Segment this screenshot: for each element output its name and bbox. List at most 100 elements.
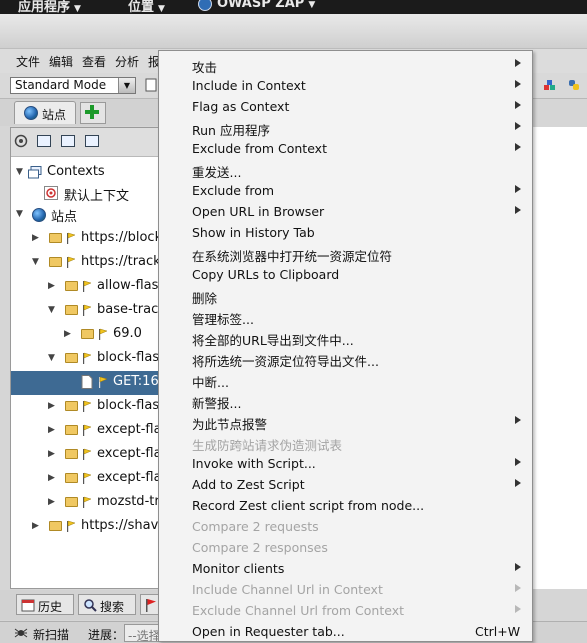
- chevron-right-icon[interactable]: ▶: [32, 521, 39, 531]
- menu-item-label: Compare 2 requests: [192, 519, 319, 534]
- tree-node-label: GET:16: [113, 374, 159, 389]
- context-menu-item[interactable]: 攻击: [159, 54, 532, 75]
- tab-sites[interactable]: 站点: [14, 101, 76, 124]
- mode-select[interactable]: Standard Mode ▼: [10, 77, 136, 94]
- chevron-down-icon[interactable]: ▼: [32, 257, 39, 267]
- context-menu-item[interactable]: 中断...: [159, 369, 532, 390]
- tree-node-label: except-fla: [97, 470, 160, 485]
- applications-menu[interactable]: 应用程序 ▼: [18, 0, 81, 14]
- chevron-right-icon[interactable]: ▶: [48, 473, 55, 483]
- tree-node-site[interactable]: ▼ https://track: [11, 251, 159, 275]
- tab-history[interactable]: 历史: [16, 594, 74, 615]
- tree-node-site[interactable]: ▶ https://shava: [11, 515, 159, 539]
- context-menu-item[interactable]: Show in History Tab: [159, 222, 532, 243]
- tree-node-folder[interactable]: ▶ block-flas: [11, 395, 159, 419]
- tab-alerts[interactable]: [140, 594, 160, 615]
- scan-select-placeholder: --选择: [128, 629, 160, 642]
- context-menu-item[interactable]: Include in Context: [159, 75, 532, 96]
- new-context-icon[interactable]: [37, 135, 51, 147]
- tree-node-request[interactable]: GET:16: [11, 371, 159, 395]
- context-menu-item[interactable]: 重发送...: [159, 159, 532, 180]
- menu-analyse[interactable]: 分析: [115, 53, 139, 70]
- tree-node-folder[interactable]: ▼ block-flas: [11, 347, 159, 371]
- menu-item-label: 新警报...: [192, 396, 242, 411]
- submenu-arrow-icon: [515, 479, 521, 487]
- submenu-arrow-icon: [515, 605, 521, 613]
- chevron-right-icon[interactable]: ▶: [32, 233, 39, 243]
- context-menu-item[interactable]: Copy URLs to Clipboard: [159, 264, 532, 285]
- context-menu-item[interactable]: Run 应用程序: [159, 117, 532, 138]
- tree-node-folder[interactable]: ▶ mozstd-tra: [11, 491, 159, 515]
- chevron-right-icon[interactable]: ▶: [48, 401, 55, 411]
- search-icon: [84, 599, 97, 612]
- tree-node-folder[interactable]: ▶ except-fla: [11, 467, 160, 491]
- flag-icon: [99, 328, 108, 340]
- zap-app-menu[interactable]: OWASP ZAP ▼: [198, 0, 315, 11]
- tree-node-folder[interactable]: ▶ allow-flash: [11, 275, 159, 299]
- context-menu-item[interactable]: Add to Zest Script: [159, 474, 532, 495]
- add-tab-button[interactable]: [80, 102, 106, 124]
- chevron-right-icon[interactable]: ▶: [48, 449, 55, 459]
- sites-panel-toolbar: [11, 128, 159, 157]
- chevron-right-icon[interactable]: ▶: [48, 425, 55, 435]
- tree-node-folder[interactable]: ▶ except-fla: [11, 443, 159, 467]
- tree-node-folder[interactable]: ▼ base-trac: [11, 299, 159, 323]
- new-session-icon[interactable]: [144, 78, 158, 92]
- target-icon[interactable]: [14, 134, 28, 148]
- context-menu-item[interactable]: 新警报...: [159, 390, 532, 411]
- flag-icon: [83, 352, 92, 364]
- globe-icon: [24, 106, 38, 120]
- context-menu-item[interactable]: Open URL in Browser: [159, 201, 532, 222]
- context-menu-item[interactable]: 为此节点报警: [159, 411, 532, 432]
- chevron-down-icon[interactable]: ▼: [48, 305, 55, 315]
- folder-icon: [65, 281, 78, 291]
- context-menu-item[interactable]: Record Zest client script from node...: [159, 495, 532, 516]
- menu-edit[interactable]: 编辑: [49, 53, 73, 70]
- menu-view[interactable]: 查看: [82, 53, 106, 70]
- chevron-right-icon[interactable]: ▶: [64, 329, 71, 339]
- top-panel: 应用程序 ▼ 位置 ▼ OWASP ZAP ▼: [0, 0, 587, 14]
- tab-search[interactable]: 搜索: [78, 594, 136, 615]
- context-menu-item[interactable]: 管理标签...: [159, 306, 532, 327]
- menu-file[interactable]: 文件: [16, 53, 40, 70]
- tree-node-site[interactable]: ▶ https://block: [11, 227, 159, 251]
- export-context-icon[interactable]: [85, 135, 99, 147]
- tree-node-folder[interactable]: ▶ except-fla: [11, 419, 159, 443]
- submenu-arrow-icon: [515, 122, 521, 130]
- menu-item-label: Show in History Tab: [192, 225, 315, 240]
- python-icon[interactable]: [567, 78, 581, 92]
- context-menu-item[interactable]: Flag as Context: [159, 96, 532, 117]
- tree-node-sites[interactable]: ▼ 站点: [11, 203, 159, 227]
- chevron-right-icon[interactable]: ▶: [48, 497, 55, 507]
- menu-item-label: Exclude from Context: [192, 141, 327, 156]
- workspace-panel: [528, 127, 587, 589]
- menu-item-label: 为此节点报警: [192, 417, 268, 432]
- context-menu-item[interactable]: Exclude from: [159, 180, 532, 201]
- chevron-right-icon[interactable]: ▶: [48, 281, 55, 291]
- places-menu[interactable]: 位置 ▼: [128, 0, 165, 14]
- flag-icon: [67, 232, 76, 244]
- tree-node-folder[interactable]: ▶ 69.0: [11, 323, 159, 347]
- context-menu-item[interactable]: 将所选统一资源定位符导出文件...: [159, 348, 532, 369]
- options-icon[interactable]: [543, 78, 557, 92]
- scan-select[interactable]: --选择: [124, 624, 160, 642]
- menu-item-label: Add to Zest Script: [192, 477, 305, 492]
- chevron-down-icon[interactable]: ▼: [16, 209, 23, 219]
- context-menu-item: Include Channel Url in Context: [159, 579, 532, 600]
- context-menu-item[interactable]: Monitor clients: [159, 558, 532, 579]
- import-context-icon[interactable]: [61, 135, 75, 147]
- menu-item-label: 将全部的URL导出到文件中...: [192, 333, 354, 348]
- folder-icon: [65, 449, 78, 459]
- menu-item-label: Compare 2 responses: [192, 540, 328, 555]
- context-menu-item[interactable]: 将全部的URL导出到文件中...: [159, 327, 532, 348]
- context-menu-item[interactable]: 在系统浏览器中打开统一资源定位符: [159, 243, 532, 264]
- context-menu-item[interactable]: 删除: [159, 285, 532, 306]
- new-scan-button[interactable]: 新扫描: [33, 626, 69, 643]
- chevron-down-icon[interactable]: ▼: [48, 353, 55, 363]
- context-menu-item[interactable]: Exclude from Context: [159, 138, 532, 159]
- context-menu-item[interactable]: Open in Requester tab... Ctrl+W: [159, 621, 532, 642]
- menu-item-label: Include Channel Url in Context: [192, 582, 383, 597]
- context-menu-item[interactable]: Invoke with Script...: [159, 453, 532, 474]
- chevron-down-icon[interactable]: ▼: [16, 167, 23, 177]
- menu-item-label: 重发送...: [192, 165, 242, 180]
